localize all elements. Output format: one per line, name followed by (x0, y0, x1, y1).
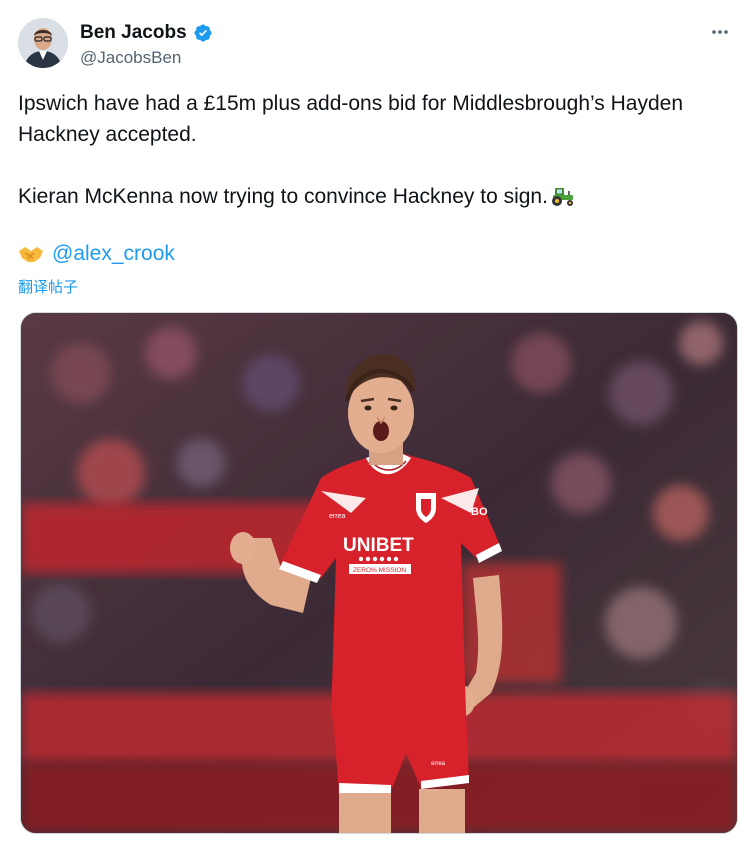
shorts-brand-text: errea (431, 761, 446, 767)
translate-post-link[interactable]: 翻译帖子 (18, 276, 78, 297)
verified-badge-icon (194, 24, 212, 42)
tweet-paragraph-1: Ipswich have had a £15m plus add-ons bid… (18, 92, 684, 146)
user-handle[interactable]: @JacobsBen (80, 48, 181, 68)
mention-link[interactable]: @alex_crook (52, 242, 175, 266)
shirt-sponsor-text: UNIBET (343, 535, 414, 556)
credit-row: @alex_crook (18, 242, 175, 266)
tweet-text: Ipswich have had a £15m plus add-ons bid… (18, 88, 730, 212)
more-options-icon[interactable] (708, 20, 732, 44)
tractor-emoji-icon (551, 188, 573, 206)
player-photo-image: UNIBET ZERO% MISSION errea BO errea (21, 313, 737, 833)
tweet-photo[interactable]: UNIBET ZERO% MISSION errea BO errea (20, 312, 738, 834)
avatar[interactable] (18, 18, 68, 68)
name-row: Ben Jacobs (80, 22, 213, 44)
shirt-sponsor-subtext: ZERO% MISSION (353, 567, 406, 574)
shirt-brand-text: errea (329, 513, 345, 520)
handshake-emoji-icon (19, 247, 43, 262)
display-name[interactable]: Ben Jacobs (80, 22, 187, 44)
tweet-paragraph-2: Kieran McKenna now trying to convince Ha… (18, 181, 730, 212)
avatar-image (18, 18, 68, 68)
tweet-header: Ben Jacobs @JacobsBen (18, 18, 732, 70)
tweet-paragraph-2-text: Kieran McKenna now trying to convince Ha… (18, 185, 548, 208)
sleeve-text: BO (471, 506, 488, 518)
